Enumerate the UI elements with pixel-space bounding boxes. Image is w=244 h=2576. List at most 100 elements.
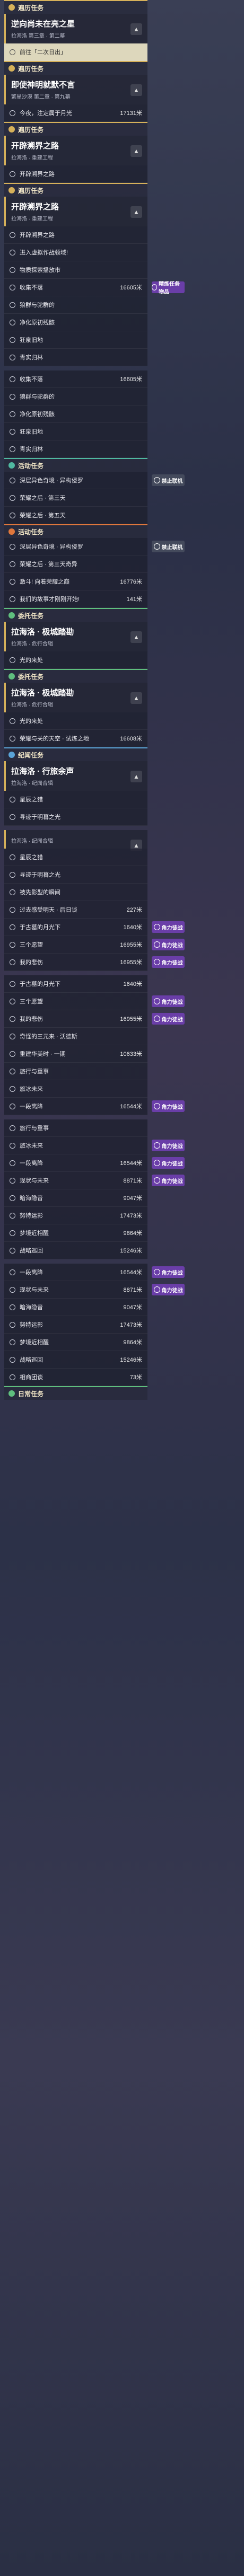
quest-step-row[interactable]: 旅行与重事: [4, 1063, 147, 1080]
quest-step-row[interactable]: 一段离降 16544米 角力徒战: [4, 1264, 185, 1281]
section-header[interactable]: 遍历任务: [4, 0, 147, 14]
quest-step-row[interactable]: 荣耀与关的天空 · 试炼之地 16608米: [4, 730, 147, 747]
quest-step-row[interactable]: 青实归林: [4, 440, 147, 458]
quest-step-row[interactable]: 努特运影 17473米: [4, 1316, 147, 1334]
section-header[interactable]: 日常任务: [4, 1386, 147, 1400]
quest-step-row[interactable]: 收集不落 16605米: [4, 370, 147, 388]
quest-step-row[interactable]: 奇怪的三元来 · 沃德斯: [4, 1028, 147, 1045]
quest-step-row[interactable]: 激斗! 向着荣耀之巅 16776米: [4, 573, 147, 590]
quest-step-row[interactable]: 寻迹于明暮之光: [4, 808, 147, 826]
step-label: 被先影型的瞬间: [20, 889, 60, 896]
quest-step-row[interactable]: 开辟溯界之路: [4, 226, 147, 244]
section-header[interactable]: 活动任务: [4, 524, 147, 538]
collapse-caret-icon[interactable]: ▲: [130, 692, 142, 704]
quest-step-row[interactable]: 现状与未来 8871米 角力徒战: [4, 1172, 185, 1189]
step-circle-icon: [10, 1103, 15, 1109]
quest-card[interactable]: 逆向尚未在亮之星 拉海洛 第三章 · 第二幕 ▲: [4, 14, 147, 43]
quest-step-row[interactable]: 一段离降 16544米 角力徒战: [4, 1154, 185, 1172]
quest-step-row[interactable]: 荣耀之后 · 第五天: [4, 507, 147, 524]
section-header[interactable]: 委托任务: [4, 608, 147, 622]
step-label: 开辟溯界之路: [20, 171, 55, 178]
quest-step-row[interactable]: 光的来处: [4, 712, 147, 730]
collapse-caret-icon[interactable]: ▲: [130, 206, 142, 218]
quest-step-row[interactable]: 重建华美时 · 一期 10633米: [4, 1045, 147, 1063]
collapse-caret-icon[interactable]: ▲: [130, 84, 142, 96]
quest-step-row[interactable]: 相商团谈 73米: [4, 1369, 147, 1386]
quest-step-row[interactable]: 梦境近相醒 9864米: [4, 1224, 147, 1242]
collapse-caret-icon[interactable]: ▲: [130, 23, 142, 35]
step-circle-icon: [10, 512, 15, 518]
quest-card[interactable]: 即使神明就默不言 繁星沙漠 第二章 · 第九幕 ▲: [4, 75, 147, 104]
quest-step-row[interactable]: 前往「二次日出」: [4, 43, 147, 61]
quest-step-row[interactable]: 青实归林: [4, 349, 147, 366]
quest-card[interactable]: 拉海洛 · 极城踏勘 拉海洛 · 危行合辑 ▲: [4, 683, 147, 712]
step-distance: 9047米: [123, 1195, 142, 1202]
quest-step-row[interactable]: 梦境近相醒 9864米: [4, 1334, 147, 1351]
quest-step-row[interactable]: 净化原初残骸: [4, 405, 147, 423]
step-circle-icon: [10, 376, 15, 382]
quest-step-row[interactable]: 光的来处: [4, 651, 147, 669]
step-label: 青实归林: [20, 446, 43, 453]
quest-step-row[interactable]: 开辟溯界之路: [4, 165, 147, 183]
quest-step-row[interactable]: 于古墓的月光下 1640米 角力徒战: [4, 919, 185, 936]
step-label: 三个愿望: [20, 999, 43, 1005]
quest-step-row[interactable]: 狼群与驼群的: [4, 388, 147, 405]
quest-step-row[interactable]: 旅冰未来: [4, 1080, 147, 1098]
quest-step-row[interactable]: 狂泉旧地: [4, 331, 147, 349]
quest-step-row[interactable]: 星辰之猎: [4, 791, 147, 808]
step-circle-icon: [10, 1212, 15, 1219]
quest-step-row[interactable]: 于古墓的月光下 1640米: [4, 975, 147, 993]
quest-step-row[interactable]: 物质探索播放市: [4, 261, 147, 279]
collapse-caret-icon[interactable]: ▲: [130, 631, 142, 643]
quest-step-row[interactable]: 旅冰未来 角力徒战: [4, 1137, 185, 1154]
quest-step-row[interactable]: 净化原初残骸: [4, 314, 147, 331]
quest-step-row[interactable]: 暗海隐音 9047米: [4, 1299, 147, 1316]
quest-step-row[interactable]: 荣耀之后 · 第三天: [4, 489, 147, 507]
quest-step-row[interactable]: 收集不落 16605米 精炼任务物品: [4, 279, 185, 296]
step-label: 过去感受明天 · 后日谈: [20, 907, 77, 913]
section-header[interactable]: 遍历任务: [4, 183, 147, 197]
step-distance: 17131米: [120, 110, 142, 117]
step-label: 我的悲伤: [20, 959, 43, 966]
section-header[interactable]: 遍历任务: [4, 122, 147, 136]
section-header[interactable]: 纪闻任务: [4, 747, 147, 761]
quest-step-row[interactable]: 我的悲伤 16955米 角力徒战: [4, 1010, 185, 1028]
quest-step-row[interactable]: 被先影型的瞬间: [4, 884, 147, 901]
step-label: 旅行与重事: [20, 1125, 49, 1132]
quest-step-row[interactable]: 暗海隐音 9047米: [4, 1189, 147, 1207]
section-header[interactable]: 遍历任务: [4, 61, 147, 75]
section-header[interactable]: 委托任务: [4, 669, 147, 683]
collapse-caret-icon[interactable]: ▲: [130, 145, 142, 157]
quest-step-row[interactable]: 旅行与重事: [4, 1119, 147, 1137]
quest-step-row[interactable]: 三个愿望 角力徒战: [4, 993, 185, 1010]
quest-step-row[interactable]: 星辰之猎: [4, 849, 147, 866]
quest-step-row[interactable]: 过去感受明天 · 后日谈 227米: [4, 901, 147, 919]
quest-step-row[interactable]: 深层异色奇境 · 异构侵罗 禁止联机: [4, 538, 185, 555]
quest-step-row[interactable]: 荣耀之后 · 第三天奇异: [4, 555, 147, 573]
quest-step-row[interactable]: 现状与未来 8871米 角力徒战: [4, 1281, 185, 1299]
quest-step-row[interactable]: 今夜，注定属于月光 17131米: [4, 104, 147, 122]
collapse-caret-icon[interactable]: ▲: [130, 771, 142, 782]
quest-step-row[interactable]: 深层异色奇境 · 异构侵罗 禁止联机: [4, 472, 185, 489]
status-badge: 角力徒战: [152, 956, 185, 968]
badge-icon: [153, 924, 160, 930]
step-circle-icon: [10, 1160, 15, 1166]
quest-card[interactable]: 拉海洛 · 行旅余声 拉海洛 · 纪闻合辑 ▲: [4, 761, 147, 791]
quest-step-row[interactable]: 努特运影 17473米: [4, 1207, 147, 1224]
quest-step-row[interactable]: 战略巡回 15246米: [4, 1351, 147, 1369]
quest-card[interactable]: 拉海洛 · 极城踏勘 拉海洛 · 危行合辑 ▲: [4, 622, 147, 651]
quest-step-row[interactable]: 我的悲伤 16955米 角力徒战: [4, 954, 185, 971]
quest-card[interactable]: 拉海洛 · 纪闻合辑 ▲: [4, 830, 147, 851]
quest-type-icon: [8, 612, 15, 619]
quest-step-row[interactable]: 战略巡回 15246米: [4, 1242, 147, 1259]
quest-step-row[interactable]: 寻迹于明暮之光: [4, 866, 147, 884]
quest-card[interactable]: 开辟溯界之路 拉海洛 · 重建工程 ▲: [4, 136, 147, 165]
quest-step-row[interactable]: 一段离降 16544米 角力徒战: [4, 1098, 185, 1115]
section-header[interactable]: 活动任务: [4, 458, 147, 472]
quest-step-row[interactable]: 狂泉旧地: [4, 423, 147, 440]
quest-step-row[interactable]: 进入虚拟作战领域!: [4, 244, 147, 261]
quest-step-row[interactable]: 狼群与驼群的: [4, 296, 147, 314]
quest-step-row[interactable]: 我们的故事才刚刚开始! 141米: [4, 590, 147, 608]
quest-step-row[interactable]: 三个愿望 16955米 角力徒战: [4, 936, 185, 954]
quest-card[interactable]: 开辟溯界之路 拉海洛 · 重建工程 ▲: [4, 197, 147, 226]
